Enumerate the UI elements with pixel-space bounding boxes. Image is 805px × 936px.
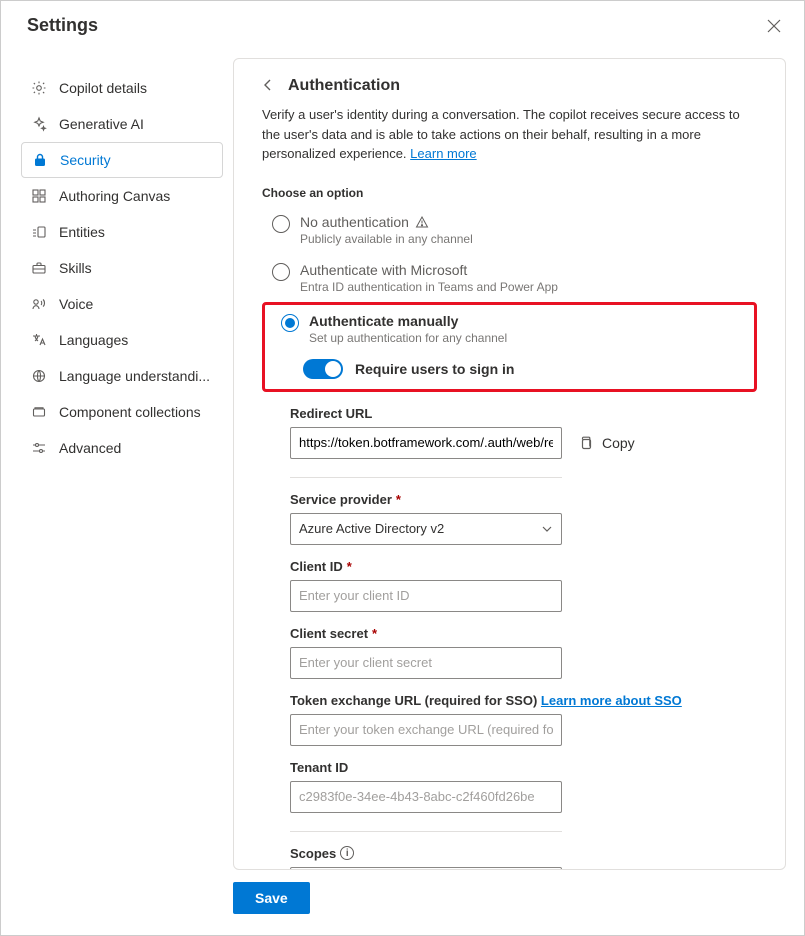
sidebar-item-language-understanding[interactable]: Language understandi... bbox=[21, 358, 223, 394]
tenant-id-input bbox=[290, 781, 562, 813]
sidebar-item-copilot-details[interactable]: Copilot details bbox=[21, 70, 223, 106]
option-title: No authentication bbox=[300, 214, 409, 230]
sidebar-item-generative-ai[interactable]: Generative AI bbox=[21, 106, 223, 142]
sidebar-item-label: Authoring Canvas bbox=[59, 188, 170, 204]
tenant-id-label: Tenant ID bbox=[290, 760, 757, 775]
info-icon[interactable]: i bbox=[340, 846, 354, 860]
sliders-icon bbox=[31, 440, 47, 456]
warning-icon bbox=[415, 215, 429, 229]
entities-icon bbox=[31, 224, 47, 240]
grid-icon bbox=[31, 188, 47, 204]
page-title: Settings bbox=[27, 15, 98, 36]
service-provider-value: Azure Active Directory v2 bbox=[299, 521, 444, 536]
copy-button[interactable]: Copy bbox=[578, 435, 635, 451]
close-button[interactable] bbox=[764, 16, 784, 36]
settings-panel: Authentication Verify a user's identity … bbox=[233, 58, 786, 870]
copy-icon bbox=[578, 435, 594, 451]
sidebar-item-label: Advanced bbox=[59, 440, 121, 456]
auth-option-manual[interactable]: Authenticate manually Set up authenticat… bbox=[271, 307, 748, 349]
redirect-url-input[interactable] bbox=[290, 427, 562, 459]
globe-icon bbox=[31, 368, 47, 384]
sidebar-item-label: Skills bbox=[59, 260, 92, 276]
sidebar-item-label: Generative AI bbox=[59, 116, 144, 132]
service-provider-label: Service provider* bbox=[290, 492, 757, 507]
token-exchange-label: Token exchange URL (required for SSO) Le… bbox=[290, 693, 757, 708]
redirect-url-label: Redirect URL bbox=[290, 406, 757, 421]
service-provider-select[interactable]: Azure Active Directory v2 bbox=[290, 513, 562, 545]
radio-input[interactable] bbox=[281, 314, 299, 332]
scopes-label: Scopes i bbox=[290, 846, 757, 861]
toolbox-icon bbox=[31, 260, 47, 276]
sidebar-item-languages[interactable]: Languages bbox=[21, 322, 223, 358]
auth-option-microsoft[interactable]: Authenticate with Microsoft Entra ID aut… bbox=[262, 256, 757, 298]
sidebar-item-label: Language understandi... bbox=[59, 368, 210, 384]
voice-icon bbox=[31, 296, 47, 312]
sidebar-item-advanced[interactable]: Advanced bbox=[21, 430, 223, 466]
divider bbox=[290, 831, 562, 832]
panel-description: Verify a user's identity during a conver… bbox=[262, 105, 757, 164]
back-button[interactable] bbox=[262, 78, 278, 94]
gear-icon bbox=[31, 80, 47, 96]
sidebar-item-entities[interactable]: Entities bbox=[21, 214, 223, 250]
sidebar-item-component-collections[interactable]: Component collections bbox=[21, 394, 223, 430]
option-title: Authenticate manually bbox=[309, 313, 507, 329]
option-sub: Set up authentication for any channel bbox=[309, 331, 507, 345]
save-button[interactable]: Save bbox=[233, 882, 310, 914]
panel-heading: Authentication bbox=[288, 77, 400, 95]
client-id-label: Client ID* bbox=[290, 559, 757, 574]
client-id-input[interactable] bbox=[290, 580, 562, 612]
sidebar-item-authoring-canvas[interactable]: Authoring Canvas bbox=[21, 178, 223, 214]
sidebar-item-label: Component collections bbox=[59, 404, 201, 420]
sparkle-icon bbox=[31, 116, 47, 132]
client-secret-label: Client secret* bbox=[290, 626, 757, 641]
auth-option-none[interactable]: No authentication Publicly available in … bbox=[262, 208, 757, 250]
chevron-down-icon bbox=[541, 523, 553, 535]
chevron-left-icon bbox=[262, 79, 274, 91]
languages-icon bbox=[31, 332, 47, 348]
radio-input[interactable] bbox=[272, 215, 290, 233]
divider bbox=[290, 477, 562, 478]
learn-sso-link[interactable]: Learn more about SSO bbox=[541, 693, 682, 708]
sidebar: Copilot details Generative AI Security A… bbox=[1, 44, 233, 930]
sidebar-item-skills[interactable]: Skills bbox=[21, 250, 223, 286]
sidebar-item-voice[interactable]: Voice bbox=[21, 286, 223, 322]
highlight-box: Authenticate manually Set up authenticat… bbox=[262, 302, 757, 392]
require-signin-toggle[interactable] bbox=[303, 359, 343, 379]
option-sub: Publicly available in any channel bbox=[300, 232, 473, 246]
sidebar-item-label: Copilot details bbox=[59, 80, 147, 96]
sidebar-item-label: Languages bbox=[59, 332, 128, 348]
sidebar-item-label: Voice bbox=[59, 296, 93, 312]
client-secret-input[interactable] bbox=[290, 647, 562, 679]
copy-label: Copy bbox=[602, 435, 635, 451]
token-exchange-input[interactable] bbox=[290, 714, 562, 746]
close-icon bbox=[767, 19, 781, 33]
radio-input[interactable] bbox=[272, 263, 290, 281]
lock-icon bbox=[32, 152, 48, 168]
sidebar-item-label: Security bbox=[60, 152, 111, 168]
sidebar-item-label: Entities bbox=[59, 224, 105, 240]
sidebar-item-security[interactable]: Security bbox=[21, 142, 223, 178]
collections-icon bbox=[31, 404, 47, 420]
choose-option-label: Choose an option bbox=[262, 186, 757, 200]
learn-more-link[interactable]: Learn more bbox=[410, 146, 476, 161]
option-sub: Entra ID authentication in Teams and Pow… bbox=[300, 280, 558, 294]
option-title: Authenticate with Microsoft bbox=[300, 262, 558, 278]
require-signin-label: Require users to sign in bbox=[355, 361, 514, 377]
